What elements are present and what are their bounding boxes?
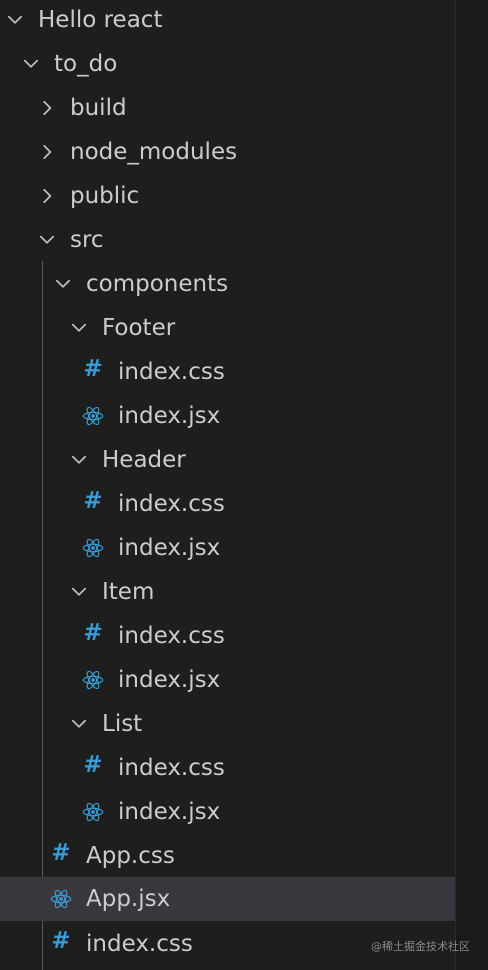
tree-item-list[interactable]: List	[0, 702, 455, 746]
chevron-right-icon[interactable]	[38, 99, 56, 117]
tree-item-header[interactable]: Header	[0, 438, 455, 482]
tree-item-components[interactable]: components	[0, 262, 455, 306]
file-label: index.jsx	[118, 403, 221, 429]
tree-item-footer-jsx[interactable]: index.jsx	[0, 394, 455, 438]
chevron-down-icon[interactable]	[70, 583, 88, 601]
folder-label: to_do	[54, 51, 118, 77]
tree-item-node-modules[interactable]: node_modules	[0, 130, 455, 174]
tree-item-footer[interactable]: Footer	[0, 306, 455, 350]
tree-item-item-jsx[interactable]: index.jsx	[0, 658, 455, 702]
react-file-icon	[82, 801, 104, 823]
tree-item-header-css[interactable]: # index.css	[0, 482, 455, 526]
tree-item-public[interactable]: public	[0, 174, 455, 218]
chevron-down-icon[interactable]	[54, 275, 72, 293]
folder-label: build	[70, 95, 127, 121]
file-label: index.css	[118, 623, 225, 649]
folder-label: List	[102, 711, 143, 737]
css-file-icon: #	[51, 928, 71, 954]
tree-item-list-jsx[interactable]: index.jsx	[0, 790, 455, 834]
folder-label: Item	[102, 579, 155, 605]
tree-item-item-css[interactable]: # index.css	[0, 614, 455, 658]
folder-label: Hello react	[38, 7, 163, 33]
react-file-icon	[82, 537, 104, 559]
css-file-icon: #	[83, 752, 103, 778]
folder-label: Footer	[102, 315, 176, 341]
tree-item-app-css[interactable]: # App.css	[0, 834, 455, 878]
react-file-icon	[82, 405, 104, 427]
folder-label: components	[86, 271, 229, 297]
folder-label: src	[70, 227, 104, 253]
tree-item-to-do[interactable]: to_do	[0, 42, 455, 86]
chevron-down-icon[interactable]	[70, 451, 88, 469]
folder-label: node_modules	[70, 139, 238, 165]
tree-item-hello-react[interactable]: Hello react	[0, 0, 455, 42]
react-file-icon	[50, 888, 72, 910]
chevron-down-icon[interactable]	[70, 715, 88, 733]
folder-label: Header	[102, 447, 186, 473]
css-file-icon: #	[51, 840, 71, 866]
tree-item-header-jsx[interactable]: index.jsx	[0, 526, 455, 570]
file-label: index.css	[118, 491, 225, 517]
tree-item-list-css[interactable]: # index.css	[0, 746, 455, 790]
chevron-down-icon[interactable]	[70, 319, 88, 337]
chevron-down-icon[interactable]	[22, 55, 40, 73]
tree-item-build[interactable]: build	[0, 86, 455, 130]
tree-item-app-jsx[interactable]: App.jsx	[0, 877, 455, 921]
chevron-right-icon[interactable]	[38, 187, 56, 205]
file-label: App.jsx	[86, 886, 171, 912]
css-file-icon: #	[83, 620, 103, 646]
file-label: index.css	[118, 359, 225, 385]
watermark: @稀土掘金技术社区	[371, 940, 470, 953]
file-label: index.jsx	[118, 799, 221, 825]
file-label: index.jsx	[118, 667, 221, 693]
chevron-down-icon[interactable]	[38, 231, 56, 249]
file-label: index.css	[118, 755, 225, 781]
css-file-icon: #	[83, 488, 103, 514]
chevron-right-icon[interactable]	[38, 143, 56, 161]
chevron-down-icon[interactable]	[6, 11, 24, 29]
tree-item-footer-css[interactable]: # index.css	[0, 350, 455, 394]
tree-item-src[interactable]: src	[0, 218, 455, 262]
file-label: index.jsx	[118, 535, 221, 561]
file-explorer: Hello react to_do build node_modules pub…	[0, 0, 455, 970]
react-file-icon	[82, 669, 104, 691]
file-label: App.css	[86, 843, 175, 869]
css-file-icon: #	[83, 356, 103, 382]
folder-label: public	[70, 183, 140, 209]
file-label: index.css	[86, 931, 193, 957]
tree-item-item[interactable]: Item	[0, 570, 455, 614]
editor-edge	[455, 0, 488, 970]
